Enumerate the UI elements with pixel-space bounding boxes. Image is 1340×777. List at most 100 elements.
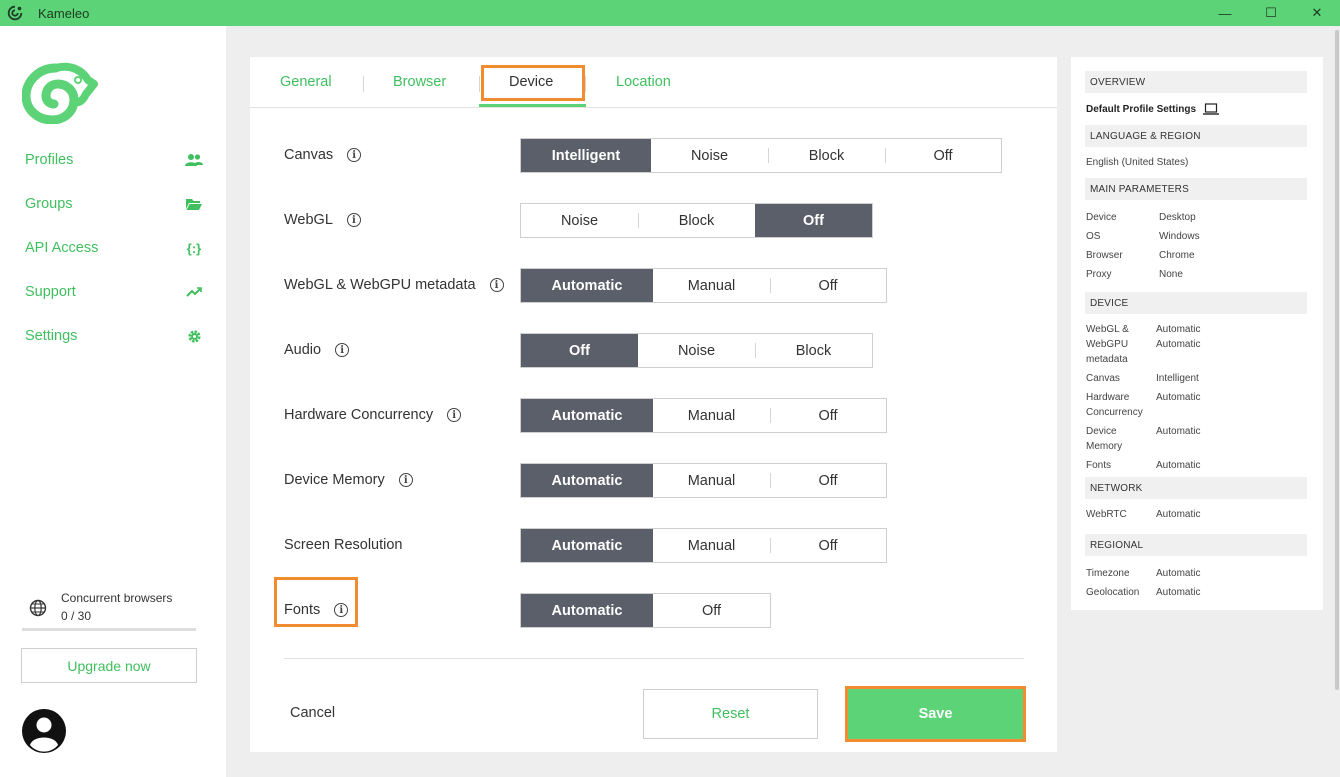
option-off[interactable]: Off <box>653 594 770 627</box>
device-canvas-key: Canvas <box>1086 373 1120 384</box>
option-noise[interactable]: Noise <box>521 204 638 237</box>
setting-label-screen-resolution: Screen Resolution <box>284 537 403 553</box>
maximize-button[interactable]: ☐ <box>1248 0 1294 26</box>
segmented-control: Automatic Manual Off <box>520 268 887 303</box>
tab-browser[interactable]: Browser <box>393 74 446 90</box>
regional-heading: REGIONAL <box>1085 534 1307 556</box>
info-icon[interactable]: i <box>447 408 462 422</box>
tab-bar: General Browser Device Location <box>250 57 1057 108</box>
sidebar-item-profiles[interactable]: Profiles <box>25 149 203 171</box>
sidebar-item-label: Groups <box>25 196 73 212</box>
active-tab-indicator <box>479 104 586 107</box>
option-off[interactable]: Off <box>521 334 638 367</box>
device-memory-value: Automatic <box>1156 426 1201 437</box>
save-button-highlight <box>845 686 1026 742</box>
tab-location[interactable]: Location <box>616 74 671 90</box>
option-automatic[interactable]: Automatic <box>521 464 653 497</box>
option-block[interactable]: Block <box>638 204 755 237</box>
network-webrtc-key: WebRTC <box>1086 509 1127 520</box>
segmented-control: Automatic Manual Off <box>520 398 887 433</box>
option-noise[interactable]: Noise <box>651 139 768 172</box>
gear-icon <box>185 327 203 345</box>
option-manual[interactable]: Manual <box>653 529 770 562</box>
info-icon[interactable]: i <box>346 213 361 227</box>
kameleo-app-icon <box>7 5 23 21</box>
option-automatic[interactable]: Automatic <box>521 594 653 627</box>
option-off[interactable]: Off <box>770 464 886 497</box>
device-tab-highlight <box>481 65 585 101</box>
setting-label-text: WebGL & WebGPU metadata <box>284 277 476 293</box>
option-off[interactable]: Off <box>755 204 872 237</box>
device-memory-key: Device Memory <box>1086 426 1123 452</box>
regional-values: Automatic Automatic <box>1156 568 1201 598</box>
tab-separator <box>585 76 586 92</box>
setting-label-text: Screen Resolution <box>284 537 403 553</box>
device-fonts-key: Fonts <box>1086 460 1112 471</box>
main-parameter-keys: Device OS Browser Proxy <box>1086 212 1123 280</box>
setting-label-audio: Audio i <box>284 342 350 358</box>
option-automatic[interactable]: Automatic <box>521 529 653 562</box>
segmented-control: Noise Block Off <box>520 203 873 238</box>
info-icon[interactable]: i <box>398 473 413 487</box>
sidebar: Profiles Groups API Access {:} Support S… <box>0 26 226 777</box>
folder-icon <box>185 195 203 213</box>
footer-divider <box>284 658 1024 659</box>
segmented-control: Intelligent Noise Block Off <box>520 138 1002 173</box>
users-icon <box>185 151 203 169</box>
reset-button[interactable]: Reset <box>643 689 818 739</box>
tab-separator <box>363 76 364 92</box>
sidebar-item-groups[interactable]: Groups <box>25 193 203 215</box>
main-parameter-values: Desktop Windows Chrome None <box>1159 212 1200 280</box>
option-manual[interactable]: Manual <box>653 399 770 432</box>
setting-label-text: Hardware Concurrency <box>284 407 434 423</box>
sidebar-item-api-access[interactable]: API Access {:} <box>25 237 203 259</box>
cancel-button[interactable]: Cancel <box>290 705 335 721</box>
overview-panel: OVERVIEW Default Profile Settings LANGUA… <box>1071 57 1323 610</box>
tab-general[interactable]: General <box>280 74 332 90</box>
option-automatic[interactable]: Automatic <box>521 269 653 302</box>
setting-label-canvas: Canvas i <box>284 147 362 163</box>
sidebar-item-support[interactable]: Support <box>25 281 203 303</box>
minimize-button[interactable]: — <box>1202 0 1248 26</box>
concurrent-browsers-count: 0 / 30 <box>61 609 92 623</box>
setting-label-webgl-webgpu-metadata: WebGL & WebGPU metadata i <box>284 277 504 293</box>
close-button[interactable]: ✕ <box>1294 0 1340 26</box>
option-block[interactable]: Block <box>755 334 872 367</box>
concurrent-browsers: Concurrent browsers 0 / 30 <box>29 589 172 625</box>
concurrent-browsers-progress <box>22 628 196 631</box>
option-noise[interactable]: Noise <box>638 334 755 367</box>
info-icon[interactable]: i <box>335 343 350 357</box>
window-scrollbar[interactable] <box>1335 30 1339 690</box>
option-off[interactable]: Off <box>770 269 886 302</box>
info-icon[interactable]: i <box>489 278 504 292</box>
setting-label-device-memory: Device Memory i <box>284 472 413 488</box>
code-braces-icon: {:} <box>186 240 202 256</box>
language-region-heading: LANGUAGE & REGION <box>1085 125 1307 147</box>
sidebar-item-label: API Access <box>25 240 99 256</box>
sidebar-item-settings[interactable]: Settings <box>25 325 203 347</box>
upgrade-now-button[interactable]: Upgrade now <box>21 648 197 683</box>
option-off[interactable]: Off <box>770 529 886 562</box>
option-automatic[interactable]: Automatic <box>521 399 653 432</box>
device-fonts-value: Automatic <box>1156 460 1201 471</box>
option-manual[interactable]: Manual <box>653 269 770 302</box>
title-bar: Kameleo — ☐ ✕ <box>0 0 1340 26</box>
user-avatar-icon[interactable] <box>21 708 67 754</box>
window-title: Kameleo <box>38 5 90 21</box>
kameleo-logo <box>22 62 98 124</box>
info-icon[interactable]: i <box>347 148 362 162</box>
device-canvas-value: Intelligent <box>1156 373 1199 384</box>
option-block[interactable]: Block <box>768 139 885 172</box>
device-settings-card: General Browser Device Location Canvas i I… <box>250 57 1057 752</box>
device-hw-value: Automatic <box>1156 392 1201 403</box>
option-off[interactable]: Off <box>885 139 1001 172</box>
network-heading: NETWORK <box>1085 477 1307 499</box>
option-off[interactable]: Off <box>770 399 886 432</box>
device-webgl-value: Automatic Automatic <box>1156 324 1201 350</box>
sidebar-item-label: Support <box>25 284 76 300</box>
device-heading: DEVICE <box>1085 292 1307 314</box>
trend-up-icon <box>185 283 203 301</box>
option-manual[interactable]: Manual <box>653 464 770 497</box>
option-intelligent[interactable]: Intelligent <box>521 139 651 172</box>
setting-label-webgl: WebGL i <box>284 212 361 228</box>
